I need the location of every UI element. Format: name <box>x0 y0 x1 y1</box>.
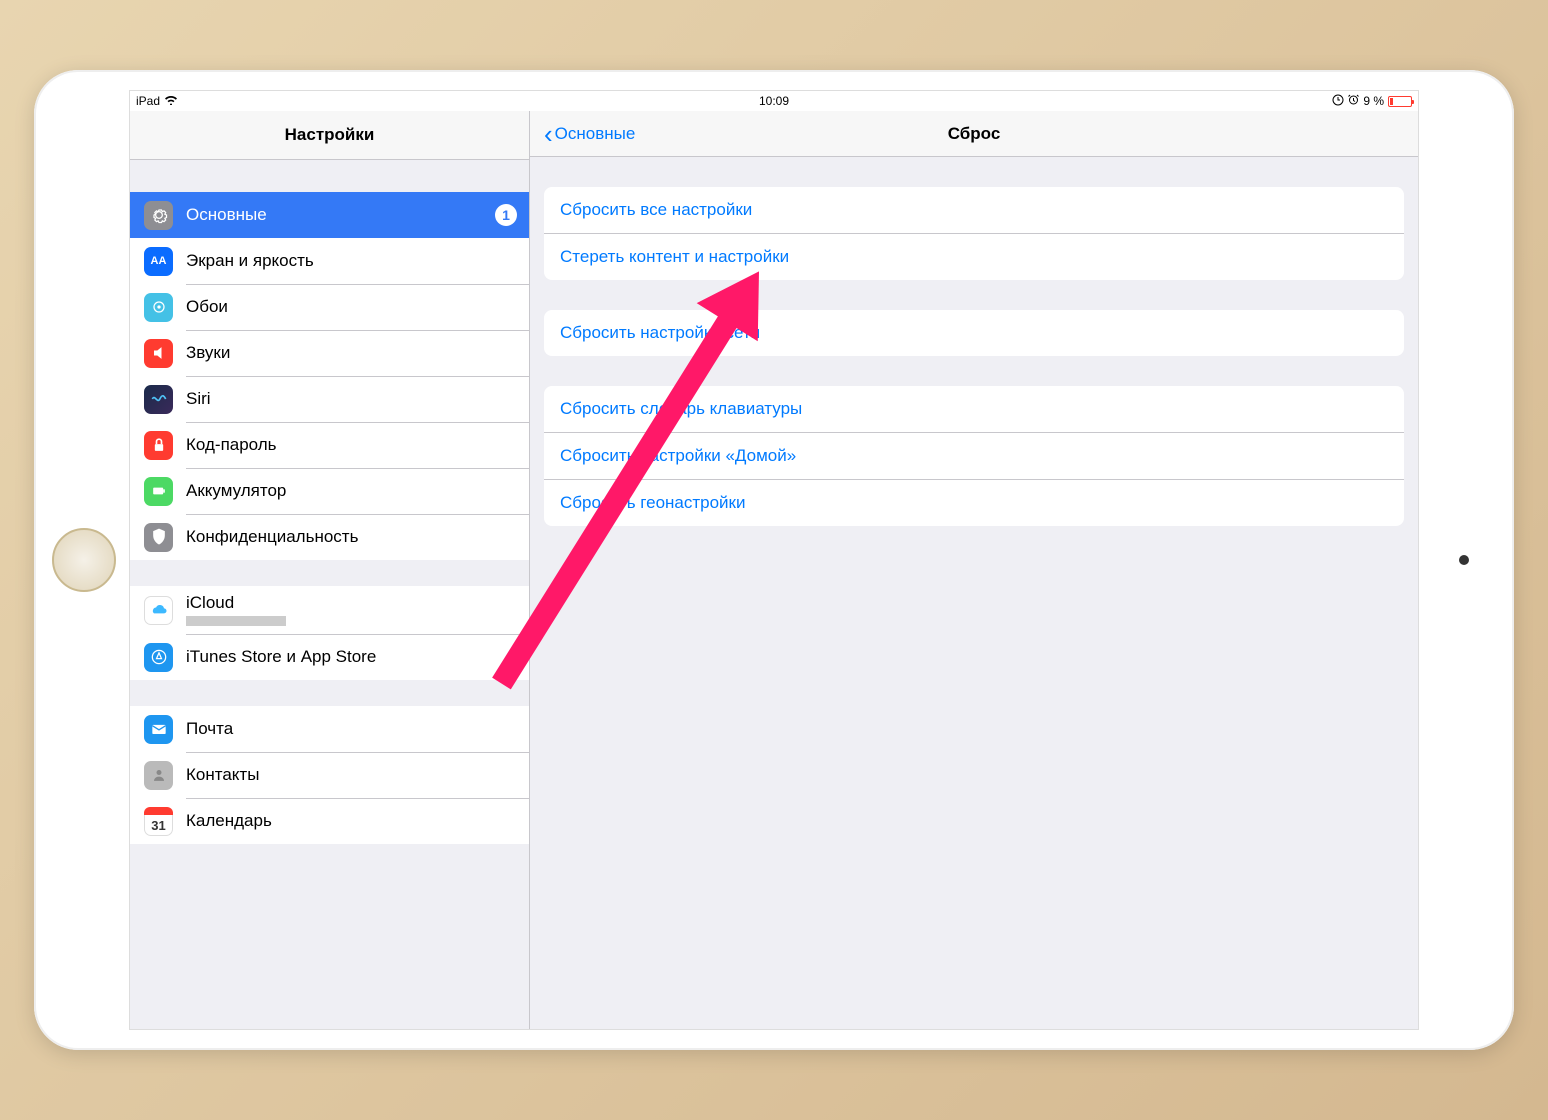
passcode-icon <box>144 431 173 460</box>
contacts-icon <box>144 761 173 790</box>
sidebar-item-label: Календарь <box>186 811 517 831</box>
battery-icon <box>1388 96 1412 107</box>
camera <box>1459 555 1469 565</box>
badge: 1 <box>495 204 517 226</box>
icloud-icon <box>144 596 173 625</box>
sidebar-item-mail[interactable]: Почта <box>130 706 529 752</box>
sidebar-item-display[interactable]: AA Экран и яркость <box>130 238 529 284</box>
gear-icon <box>144 201 173 230</box>
privacy-icon <box>144 523 173 552</box>
back-button[interactable]: ‹ Основные <box>544 121 635 147</box>
sidebar-item-gear[interactable]: Основные1 <box>130 192 529 238</box>
sidebar-item-label: Конфиденциальность <box>186 527 517 547</box>
status-bar: iPad 10:09 9 % <box>130 91 1418 111</box>
sidebar-item-icloud[interactable]: iCloud <box>130 586 529 634</box>
sidebar-item-appstore[interactable]: iTunes Store и App Store <box>130 634 529 680</box>
sidebar-item-privacy[interactable]: Конфиденциальность <box>130 514 529 560</box>
sidebar-item-label: Обои <box>186 297 517 317</box>
ipad-frame: iPad 10:09 9 % Настройки Основные1A <box>34 70 1514 1050</box>
appstore-icon <box>144 643 173 672</box>
sidebar-item-label: Аккумулятор <box>186 481 517 501</box>
sidebar-item-label: Почта <box>186 719 517 739</box>
rotation-lock-icon <box>1332 94 1344 109</box>
mail-icon <box>144 715 173 744</box>
sidebar-item-sound[interactable]: Звуки <box>130 330 529 376</box>
device-label: iPad <box>136 94 160 108</box>
sidebar-item-wallpaper[interactable]: Обои <box>130 284 529 330</box>
reset-option[interactable]: Сбросить геонастройки <box>544 479 1404 526</box>
reset-option[interactable]: Сбросить словарь клавиатуры <box>544 386 1404 432</box>
display-icon: AA <box>144 247 173 276</box>
sidebar-item-contacts[interactable]: Контакты <box>130 752 529 798</box>
screen: iPad 10:09 9 % Настройки Основные1A <box>129 90 1419 1030</box>
sidebar-item-label: iCloud <box>186 593 517 613</box>
sidebar-item-battery[interactable]: Аккумулятор <box>130 468 529 514</box>
sidebar-item-label: iTunes Store и App Store <box>186 647 517 667</box>
reset-option[interactable]: Сбросить настройки сети <box>544 310 1404 356</box>
time: 10:09 <box>759 94 789 108</box>
sidebar-title: Настройки <box>130 111 529 160</box>
reset-option[interactable]: Стереть контент и настройки <box>544 233 1404 280</box>
sidebar-item-label: Код-пароль <box>186 435 517 455</box>
back-label: Основные <box>555 124 636 144</box>
sidebar: Настройки Основные1 AA Экран и яркость Обои… <box>130 111 530 1029</box>
battery-text: 9 % <box>1363 94 1384 108</box>
home-button[interactable] <box>52 528 116 592</box>
account-email-masked <box>186 613 517 627</box>
battery-icon <box>144 477 173 506</box>
sidebar-item-label: Экран и яркость <box>186 251 517 271</box>
calendar-icon: 31 <box>144 807 173 836</box>
sidebar-item-label: Контакты <box>186 765 517 785</box>
wifi-icon <box>164 94 178 108</box>
wallpaper-icon <box>144 293 173 322</box>
sidebar-item-label: Основные <box>186 205 495 225</box>
sidebar-item-siri[interactable]: Siri <box>130 376 529 422</box>
sidebar-item-calendar[interactable]: 31 Календарь <box>130 798 529 844</box>
sidebar-item-label: Звуки <box>186 343 517 363</box>
reset-option[interactable]: Сбросить настройки «Домой» <box>544 432 1404 479</box>
sound-icon <box>144 339 173 368</box>
siri-icon <box>144 385 173 414</box>
sidebar-item-passcode[interactable]: Код-пароль <box>130 422 529 468</box>
detail-title: Сброс <box>948 124 1001 144</box>
reset-option[interactable]: Сбросить все настройки <box>544 187 1404 233</box>
sidebar-item-label: Siri <box>186 389 517 409</box>
chevron-left-icon: ‹ <box>544 121 553 147</box>
detail-header: ‹ Основные Сброс <box>530 111 1418 157</box>
alarm-icon <box>1348 94 1359 108</box>
detail-pane: ‹ Основные Сброс Сбросить все настройкиС… <box>530 111 1418 1029</box>
